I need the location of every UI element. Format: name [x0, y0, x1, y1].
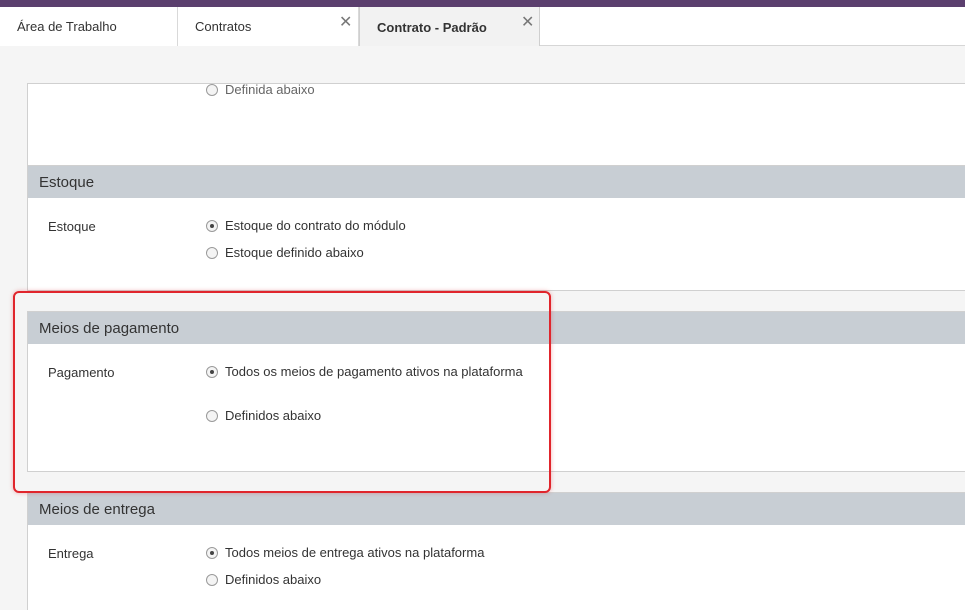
- field-label-pagamento: Pagamento: [48, 365, 115, 380]
- tab-label: Contrato - Padrão: [377, 19, 487, 35]
- radio-button[interactable]: [206, 246, 218, 259]
- radio-label: Todos meios de entrega ativos na platafo…: [225, 545, 485, 560]
- radio-button[interactable]: [206, 365, 218, 378]
- radio-label: Definidos abaixo: [225, 572, 322, 587]
- section-header: Estoque: [28, 166, 965, 198]
- radio-button[interactable]: [206, 573, 218, 586]
- radio-definida-abaixo[interactable]: Definida abaixo: [206, 82, 315, 97]
- tab-label: Área de Trabalho: [17, 19, 117, 34]
- radio-estoque-contrato-modulo[interactable]: Estoque do contrato do módulo: [206, 218, 406, 233]
- radio-label: Estoque do contrato do módulo: [225, 218, 406, 233]
- radio-label: Definida abaixo: [225, 82, 315, 97]
- radio-label: Estoque definido abaixo: [225, 245, 364, 260]
- panel-meios-de-entrega: Meios de entrega Entrega Todos meios de …: [27, 492, 965, 610]
- tab-area-de-trabalho[interactable]: Área de Trabalho: [0, 7, 178, 46]
- tab-contratos[interactable]: Contratos ✕: [178, 7, 359, 46]
- close-icon[interactable]: ✕: [521, 15, 534, 31]
- tab-bar: Área de Trabalho Contratos ✕ Contrato - …: [0, 7, 965, 47]
- radio-button[interactable]: [206, 83, 218, 96]
- radio-label: Definidos abaixo: [225, 408, 322, 423]
- radio-button[interactable]: [206, 409, 218, 422]
- radio-todos-meios-pagamento[interactable]: Todos os meios de pagamento ativos na pl…: [206, 364, 523, 379]
- radio-label: Todos os meios de pagamento ativos na pl…: [225, 364, 523, 379]
- field-label-estoque: Estoque: [48, 219, 96, 234]
- tab-label: Contratos: [195, 19, 252, 34]
- field-label-entrega: Entrega: [48, 546, 94, 561]
- radio-button[interactable]: [206, 546, 218, 559]
- close-icon[interactable]: ✕: [339, 15, 352, 31]
- section-header: Meios de pagamento: [28, 312, 965, 344]
- radio-todos-meios-entrega[interactable]: Todos meios de entrega ativos na platafo…: [206, 545, 484, 560]
- section-header: Meios de entrega: [28, 493, 965, 525]
- main-content: Definida abaixo Estoque Estoque Estoque …: [0, 46, 965, 610]
- radio-estoque-definido-abaixo[interactable]: Estoque definido abaixo: [206, 245, 364, 260]
- radio-entrega-definidos-abaixo[interactable]: Definidos abaixo: [206, 572, 321, 587]
- top-accent-bar: [0, 0, 965, 7]
- radio-button[interactable]: [206, 219, 218, 232]
- panel-estoque: Estoque Estoque Estoque do contrato do m…: [27, 165, 965, 291]
- tab-contrato-padrao[interactable]: Contrato - Padrão ✕: [359, 7, 540, 47]
- radio-pagamento-definidos-abaixo[interactable]: Definidos abaixo: [206, 408, 321, 423]
- panel-meios-de-pagamento: Meios de pagamento Pagamento Todos os me…: [27, 311, 965, 472]
